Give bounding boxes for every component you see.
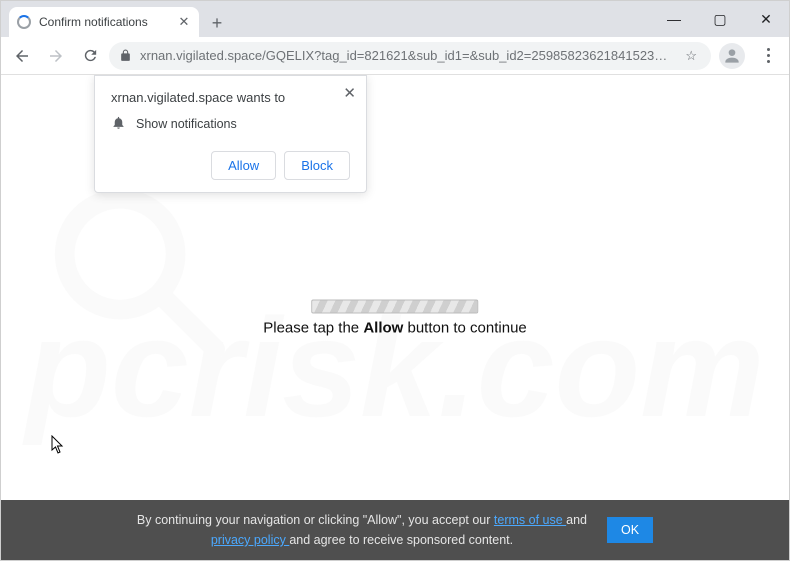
- block-button[interactable]: Block: [284, 151, 350, 180]
- cookie-consent-bar: By continuing your navigation or clickin…: [1, 500, 789, 560]
- spinner-icon: [17, 15, 31, 29]
- tab-strip: Confirm notifications ✕ + — ▢ ✕: [1, 1, 789, 37]
- profile-avatar[interactable]: [719, 43, 745, 69]
- bell-icon: [111, 115, 126, 133]
- reload-button[interactable]: [75, 41, 105, 71]
- close-window-button[interactable]: ✕: [743, 4, 789, 34]
- address-bar[interactable]: xrnan.vigilated.space/GQELIX?tag_id=8216…: [109, 42, 711, 70]
- close-tab-icon[interactable]: ✕: [177, 15, 191, 29]
- person-icon: [722, 46, 742, 66]
- consent-ok-button[interactable]: OK: [607, 517, 653, 543]
- center-content: Please tap the Allow button to continue: [263, 299, 527, 336]
- maximize-button[interactable]: ▢: [697, 4, 743, 34]
- cursor-icon: [51, 435, 67, 455]
- tab-title: Confirm notifications: [39, 15, 169, 29]
- url-text: xrnan.vigilated.space/GQELIX?tag_id=8216…: [140, 48, 673, 63]
- lock-icon: [119, 49, 132, 62]
- dialog-close-icon[interactable]: ✕: [343, 84, 356, 102]
- dialog-title: xrnan.vigilated.space wants to: [111, 90, 350, 105]
- dialog-actions: Allow Block: [111, 151, 350, 180]
- forward-button[interactable]: [41, 41, 71, 71]
- browser-toolbar: xrnan.vigilated.space/GQELIX?tag_id=8216…: [1, 37, 789, 75]
- fake-progress-bar: [311, 299, 478, 313]
- allow-button[interactable]: Allow: [211, 151, 276, 180]
- consent-text: By continuing your navigation or clickin…: [137, 510, 587, 550]
- permission-row: Show notifications: [111, 115, 350, 133]
- privacy-link[interactable]: privacy policy: [211, 533, 290, 547]
- arrow-right-icon: [47, 47, 65, 65]
- browser-window: Confirm notifications ✕ + — ▢ ✕ xrnan.vi…: [0, 0, 790, 561]
- chrome-menu-button[interactable]: [753, 41, 783, 71]
- bookmark-star-icon[interactable]: ☆: [681, 48, 701, 64]
- notification-permission-dialog: ✕ xrnan.vigilated.space wants to Show no…: [94, 75, 367, 193]
- back-button[interactable]: [7, 41, 37, 71]
- continue-text: Please tap the Allow button to continue: [263, 319, 527, 336]
- page-content: pcrisk.com ✕ xrnan.vigilated.space wants…: [1, 75, 789, 560]
- minimize-button[interactable]: —: [651, 4, 697, 34]
- reload-icon: [82, 47, 99, 64]
- terms-link[interactable]: terms of use: [494, 513, 566, 527]
- arrow-left-icon: [13, 47, 31, 65]
- window-controls: — ▢ ✕: [651, 1, 789, 37]
- permission-label: Show notifications: [136, 117, 237, 131]
- browser-tab[interactable]: Confirm notifications ✕: [9, 7, 199, 37]
- new-tab-button[interactable]: +: [203, 9, 231, 37]
